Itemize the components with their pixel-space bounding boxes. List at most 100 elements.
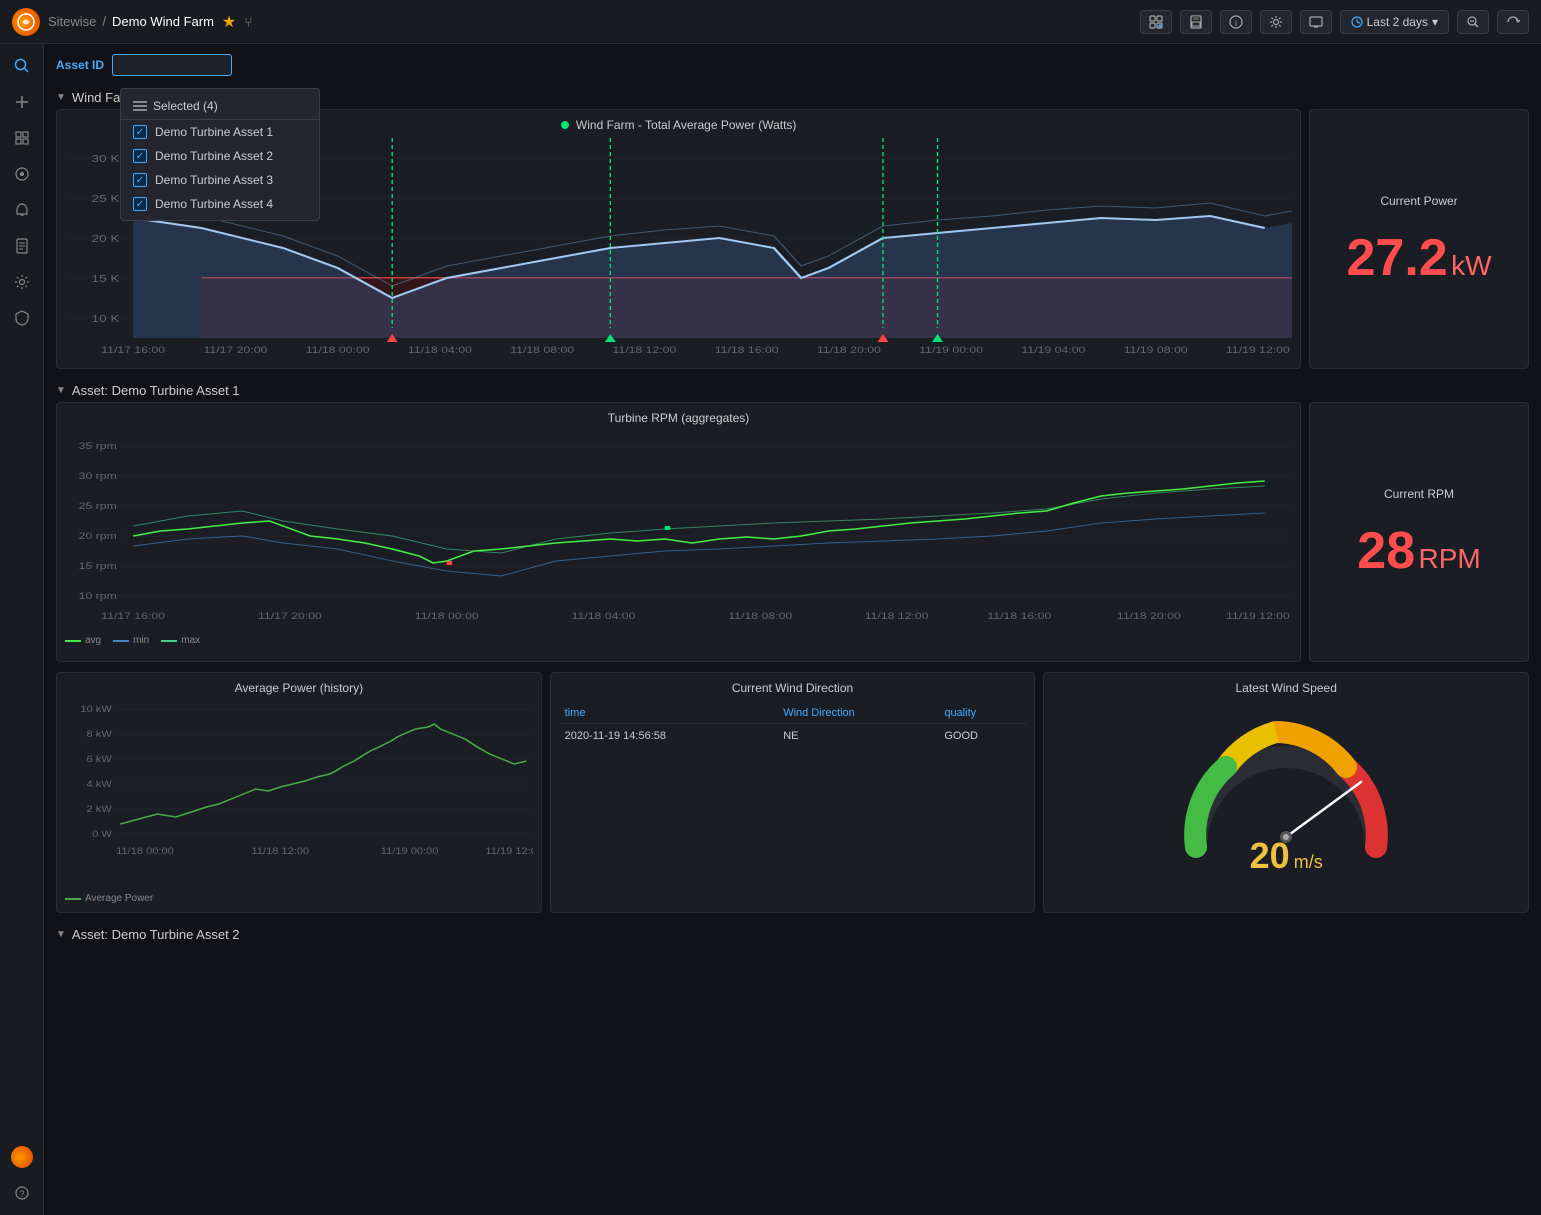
svg-text:11/19 00:00: 11/19 00:00 [919,345,983,355]
sidebar-help[interactable]: ? [8,1179,36,1207]
legend-avg-power: Average Power [65,893,153,904]
add-panel-button[interactable] [1140,10,1172,34]
legend-min-line [113,640,129,642]
dropdown-item-3[interactable]: ✓ Demo Turbine Asset 3 [121,168,319,192]
sidebar-item-explore[interactable] [8,160,36,188]
dropdown-selected-count: Selected (4) [153,99,218,113]
svg-text:11/18 12:00: 11/18 12:00 [252,847,310,857]
sidebar-item-security[interactable] [8,304,36,332]
checkbox-2[interactable]: ✓ [133,149,147,163]
wind-speed-gauge: 20 m/s [1052,699,1520,885]
dropdown-item-2[interactable]: ✓ Demo Turbine Asset 2 [121,144,319,168]
sidebar-item-search[interactable] [8,52,36,80]
tv-button[interactable] [1300,10,1332,34]
rpm-chart-legend: avg min max [65,631,1292,646]
settings-button[interactable] [1260,10,1292,34]
svg-text:11/18 12:00: 11/18 12:00 [865,611,929,621]
avg-power-title: Average Power (history) [65,681,533,695]
turbine2-section-header[interactable]: ▼ Asset: Demo Turbine Asset 2 [56,923,1529,946]
current-power-value-container: 27.2 kW [1347,232,1492,284]
cell-time: 2020-11-19 14:56:58 [559,724,778,749]
dropdown-item-label-2: Demo Turbine Asset 2 [155,149,273,163]
svg-text:11/19 12:00: 11/19 12:00 [485,847,532,857]
svg-text:11/17 20:00: 11/17 20:00 [203,345,267,355]
breadcrumb-page: Demo Wind Farm [112,14,214,29]
checkbox-1[interactable]: ✓ [133,125,147,139]
rpm-chart-container: 35 rpm 30 rpm 25 rpm 20 rpm 15 rpm 10 rp… [65,431,1292,631]
filter-icon [133,101,147,111]
legend-avg-label: avg [85,635,101,646]
sidebar-item-alerts[interactable] [8,196,36,224]
asset-id-input[interactable] [112,54,232,76]
wind-direction-table-container: time Wind Direction quality 2020-11-19 1… [559,703,1027,748]
checkbox-3[interactable]: ✓ [133,173,147,187]
svg-text:10 K: 10 K [92,313,120,325]
app-logo [12,8,40,36]
svg-text:11/18 08:00: 11/18 08:00 [510,345,574,355]
svg-text:11/19 04:00: 11/19 04:00 [1021,345,1085,355]
dropdown-item-4[interactable]: ✓ Demo Turbine Asset 4 [121,192,319,216]
share-icon[interactable]: ⑂ [244,14,252,30]
current-rpm-value: 28 [1357,522,1415,580]
legend-max: max [161,635,200,646]
svg-text:11/17 20:00: 11/17 20:00 [258,611,322,621]
legend-max-line [161,640,177,642]
legend-avg-line [65,640,81,642]
sidebar: ? [0,44,44,1215]
zoom-out-button[interactable] [1457,10,1489,34]
col-wind-direction: Wind Direction [777,703,938,724]
refresh-button[interactable] [1497,10,1529,34]
asset-dropdown: Selected (4) ✓ Demo Turbine Asset 1 ✓ De… [120,88,320,221]
svg-text:30 rpm: 30 rpm [79,471,117,481]
svg-text:20 rpm: 20 rpm [79,531,117,541]
sidebar-item-reports[interactable] [8,232,36,260]
turbine1-section-header[interactable]: ▼ Asset: Demo Turbine Asset 1 [56,379,1529,402]
legend-max-label: max [181,635,200,646]
current-rpm-value-container: 28 RPM [1357,525,1480,577]
refresh-icon [1506,15,1520,29]
sidebar-item-add[interactable] [8,88,36,116]
avg-power-chart-container: 10 kW 8 kW 6 kW 4 kW 2 kW 0 W 11/18 00:0… [65,699,533,889]
turbine1-panel-row: Turbine RPM (aggregates) 35 rpm 30 rpm 2 [56,402,1529,662]
sidebar-item-grid[interactable] [8,124,36,152]
cell-quality: GOOD [938,724,1026,749]
legend-min: min [113,635,149,646]
info-button[interactable]: i [1220,10,1252,34]
current-power-panel: Current Power 27.2 kW [1309,109,1529,369]
svg-text:11/18 08:00: 11/18 08:00 [728,611,792,621]
wind-direction-title: Current Wind Direction [559,681,1027,695]
clock-icon [1351,16,1363,28]
asset-id-label: Asset ID [56,58,104,72]
current-rpm-panel: Current RPM 28 RPM [1309,402,1529,662]
save-button[interactable] [1180,10,1212,34]
svg-text:30 K: 30 K [92,153,120,165]
svg-text:15 rpm: 15 rpm [79,561,117,571]
svg-text:11/19 08:00: 11/19 08:00 [1124,345,1188,355]
sidebar-item-settings[interactable] [8,268,36,296]
svg-text:6 kW: 6 kW [87,755,113,765]
svg-text:?: ? [19,1189,24,1199]
main-content: Asset ID Selected (4) ✓ Demo Turbine Ass… [44,44,1541,1215]
checkbox-4[interactable]: ✓ [133,197,147,211]
svg-text:2 kW: 2 kW [87,805,113,815]
turbine1-chevron-icon: ▼ [56,385,66,396]
time-range-label: Last 2 days [1367,15,1428,29]
dropdown-item-label-4: Demo Turbine Asset 4 [155,197,273,211]
rpm-chart-title: Turbine RPM (aggregates) [65,411,1292,425]
svg-text:4 kW: 4 kW [87,780,113,790]
legend-avg-power-line [65,898,81,900]
top-nav: Sitewise / Demo Wind Farm ★ ⑂ i Last 2 d… [0,0,1541,44]
svg-text:10 rpm: 10 rpm [79,591,117,601]
dropdown-header: Selected (4) [121,93,319,120]
time-range-button[interactable]: Last 2 days ▾ [1340,10,1449,34]
legend-avg: avg [65,635,101,646]
wind-speed-value-container: 20 m/s [1250,852,1323,877]
svg-text:11/19 00:00: 11/19 00:00 [381,847,439,857]
avg-power-panel: Average Power (history) 10 kW 8 kW 6 kW … [56,672,542,913]
dropdown-item-1[interactable]: ✓ Demo Turbine Asset 1 [121,120,319,144]
time-range-chevron-icon: ▾ [1432,15,1438,29]
rpm-svg-chart: 35 rpm 30 rpm 25 rpm 20 rpm 15 rpm 10 rp… [65,431,1292,631]
wind-speed-panel: Latest Wind Speed [1043,672,1529,913]
favorite-star-icon[interactable]: ★ [222,12,236,32]
tv-icon [1309,15,1323,29]
